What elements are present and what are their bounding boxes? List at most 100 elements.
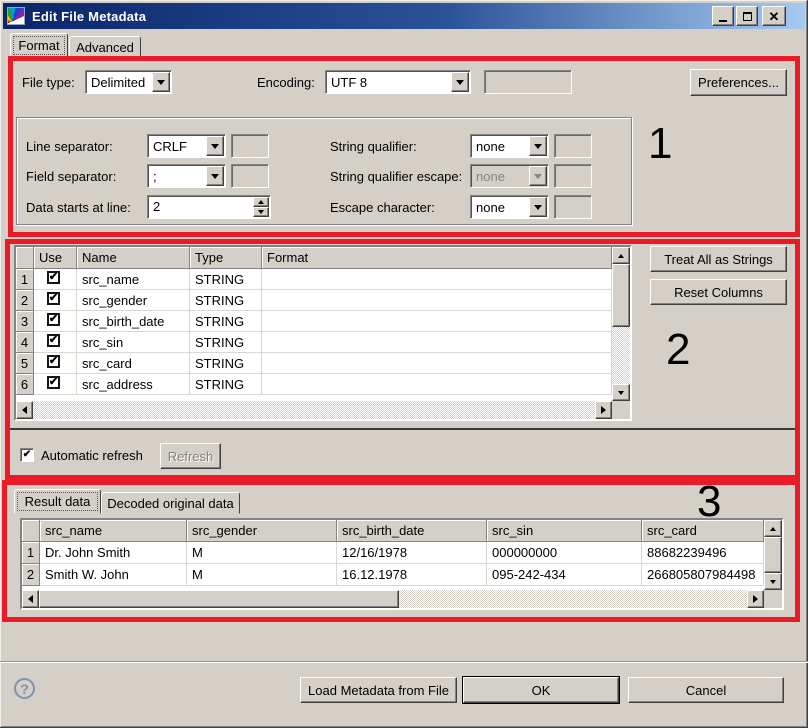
- scroll-down-icon: [770, 580, 776, 584]
- tab-advanced[interactable]: Advanced: [69, 36, 141, 58]
- table-row: 1 ✔ src_name STRING: [16, 269, 630, 290]
- scrollbar-thumb[interactable]: [39, 590, 399, 608]
- use-checkbox[interactable]: ✔: [47, 271, 60, 284]
- string-qualifier-escape-combo: none: [470, 164, 549, 188]
- reset-columns-button[interactable]: Reset Columns: [650, 279, 787, 305]
- data-starts-spinner[interactable]: 2: [147, 195, 271, 219]
- tab-result-data[interactable]: Result data: [14, 489, 101, 514]
- line-separator-combo[interactable]: CRLF: [147, 134, 226, 158]
- use-cell: ✔: [34, 290, 77, 311]
- use-checkbox[interactable]: ✔: [47, 292, 60, 305]
- name-cell: src_card: [77, 353, 190, 374]
- check-icon: ✔: [49, 272, 58, 283]
- string-qualifier-custom-field: [554, 134, 592, 158]
- ok-button[interactable]: OK: [463, 677, 619, 703]
- spin-down-icon: [258, 210, 264, 214]
- scrollbar-thumb[interactable]: [612, 264, 630, 327]
- row-num: 1: [22, 542, 40, 564]
- escape-character-label: Escape character:: [330, 195, 435, 219]
- line-separator-dropdown-button[interactable]: [206, 136, 224, 156]
- scroll-down-button[interactable]: [612, 384, 630, 401]
- encoding-combo[interactable]: UTF 8: [325, 70, 471, 94]
- type-cell: STRING: [190, 269, 262, 290]
- string-qualifier-escape-custom-field: [554, 164, 592, 188]
- table-row: 6 ✔ src_address STRING: [16, 374, 630, 395]
- scroll-down-button[interactable]: [764, 573, 782, 590]
- scroll-left-button[interactable]: [16, 401, 33, 419]
- name-cell: src_name: [77, 269, 190, 290]
- string-qualifier-value: none: [476, 139, 505, 154]
- cancel-button[interactable]: Cancel: [628, 677, 784, 703]
- row-num: 2: [16, 290, 34, 311]
- check-icon: ✔: [49, 293, 58, 304]
- scroll-up-button[interactable]: [612, 247, 630, 264]
- encoding-custom-field: [484, 70, 572, 94]
- use-checkbox[interactable]: ✔: [47, 334, 60, 347]
- field-separator-dropdown-button[interactable]: [206, 166, 224, 186]
- scroll-right-button[interactable]: [747, 590, 764, 608]
- table-row: 5 ✔ src_card STRING: [16, 353, 630, 374]
- line-separator-label: Line separator:: [26, 134, 113, 158]
- column-header-format: Format: [262, 247, 612, 269]
- field-separator-combo[interactable]: ;: [147, 164, 226, 188]
- escape-character-combo[interactable]: none: [470, 195, 549, 219]
- line-separator-custom-field: [231, 134, 269, 158]
- help-button[interactable]: ?: [14, 678, 35, 699]
- tab-decoded-original-data[interactable]: Decoded original data: [101, 492, 240, 514]
- string-qualifier-dropdown-button[interactable]: [529, 136, 547, 156]
- field-separator-value: ;: [153, 169, 157, 184]
- string-qualifier-combo[interactable]: none: [470, 134, 549, 158]
- row-num: 6: [16, 374, 34, 395]
- tab-format[interactable]: Format: [10, 33, 68, 58]
- preferences-button[interactable]: Preferences...: [690, 69, 787, 96]
- annotation-number-1: 1: [648, 122, 672, 166]
- preview-horizontal-scrollbar[interactable]: [22, 590, 764, 608]
- scroll-right-button[interactable]: [595, 401, 612, 419]
- file-type-combo[interactable]: Delimited: [85, 70, 172, 94]
- escape-character-custom-field: [554, 195, 592, 219]
- escape-character-value: none: [476, 200, 505, 215]
- chevron-down-icon: [211, 144, 219, 149]
- scroll-down-icon: [618, 391, 624, 395]
- table-row: 2 ✔ src_gender STRING: [16, 290, 630, 311]
- spin-down-button[interactable]: [253, 207, 269, 217]
- preview-header-src-birth-date: src_birth_date: [337, 520, 487, 542]
- string-qualifier-escape-value: none: [476, 169, 505, 184]
- tab-advanced-label: Advanced: [76, 40, 134, 55]
- treat-all-as-strings-button[interactable]: Treat All as Strings: [650, 246, 787, 272]
- annotation-number-3: 3: [697, 480, 721, 524]
- load-metadata-button[interactable]: Load Metadata from File: [300, 677, 457, 703]
- automatic-refresh-checkbox[interactable]: ✔: [20, 448, 34, 462]
- escape-character-dropdown-button[interactable]: [529, 197, 547, 217]
- file-type-dropdown-button[interactable]: [152, 72, 170, 92]
- preview-table: src_name src_gender src_birth_date src_s…: [20, 518, 784, 610]
- preview-vertical-scrollbar[interactable]: [764, 520, 782, 590]
- preview-cell: 266805807984498: [642, 564, 764, 586]
- spin-up-button[interactable]: [253, 197, 269, 207]
- maximize-icon: [743, 12, 752, 21]
- minimize-button[interactable]: [712, 6, 734, 26]
- check-icon: ✔: [23, 450, 31, 460]
- format-cell: [262, 290, 612, 311]
- scroll-left-button[interactable]: [22, 590, 39, 608]
- use-cell: ✔: [34, 311, 77, 332]
- maximize-button[interactable]: [736, 6, 758, 26]
- chevron-down-icon: [534, 174, 542, 179]
- check-icon: ✔: [49, 377, 58, 388]
- scroll-right-icon: [753, 595, 758, 603]
- footer-separator-highlight: [0, 662, 808, 663]
- use-checkbox[interactable]: ✔: [47, 376, 60, 389]
- spin-up-icon: [258, 200, 264, 204]
- column-header-use: Use: [34, 247, 77, 269]
- use-checkbox[interactable]: ✔: [47, 355, 60, 368]
- close-button[interactable]: ✕: [762, 6, 786, 26]
- app-icon: [7, 7, 25, 25]
- scroll-up-button[interactable]: [764, 520, 782, 537]
- columns-horizontal-scrollbar[interactable]: [16, 401, 612, 419]
- use-checkbox[interactable]: ✔: [47, 313, 60, 326]
- scrollbar-thumb[interactable]: [764, 537, 782, 573]
- preview-header-src-sin: src_sin: [487, 520, 642, 542]
- columns-vertical-scrollbar[interactable]: [612, 247, 630, 401]
- preview-cell: Smith W. John: [40, 564, 187, 586]
- encoding-dropdown-button[interactable]: [451, 72, 469, 92]
